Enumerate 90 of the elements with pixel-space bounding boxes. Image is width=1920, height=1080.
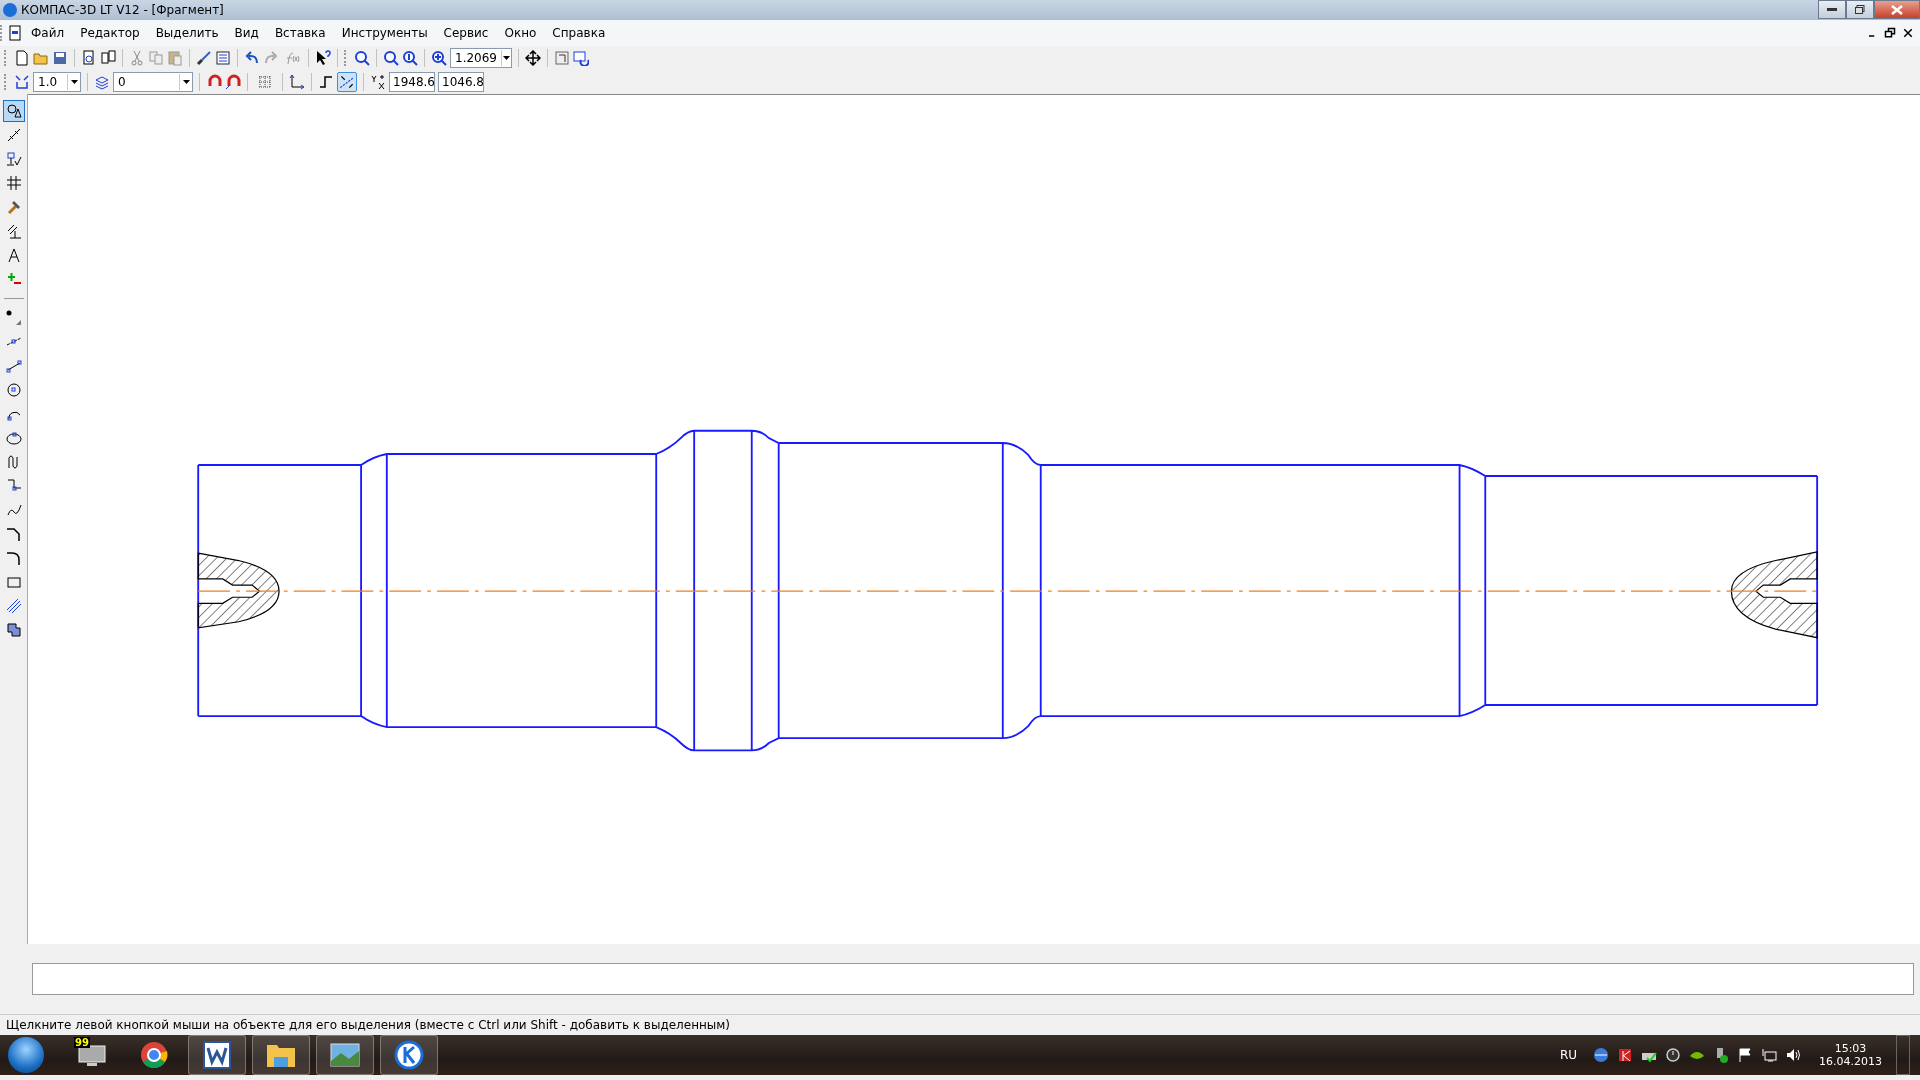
compass-icon — [5, 247, 22, 263]
ortho-icon[interactable] — [318, 74, 334, 90]
minimize-button[interactable] — [1818, 0, 1846, 19]
refresh-icon[interactable] — [573, 50, 589, 66]
k-logo-icon — [394, 1040, 424, 1070]
zoom-window-icon[interactable] — [354, 50, 370, 66]
coordinates-icon[interactable] — [370, 74, 386, 90]
volume-icon[interactable] — [1785, 1047, 1801, 1063]
triangle-circle-button[interactable] — [2, 100, 25, 122]
y-coordinate-field[interactable]: 1046.8 — [438, 72, 484, 92]
restore-icon[interactable] — [1884, 27, 1896, 39]
timer-icon[interactable] — [1665, 1047, 1681, 1063]
roughness-icon — [5, 151, 22, 167]
browser-icon — [139, 1040, 169, 1070]
local-snap-icon[interactable] — [225, 74, 241, 90]
axes-icon[interactable] — [289, 74, 305, 90]
start-button[interactable] — [8, 1037, 44, 1073]
help-pointer-icon[interactable] — [315, 50, 331, 66]
menu-item[interactable]: Вставка — [266, 24, 334, 42]
menu-item[interactable]: Справка — [544, 24, 614, 42]
language-indicator[interactable]: RU — [1559, 1048, 1577, 1062]
step-combo[interactable]: 1.0 — [33, 72, 81, 92]
restore-button[interactable] — [1846, 0, 1874, 19]
clock-date: 16.04.2013 — [1819, 1055, 1882, 1068]
close-icon[interactable] — [1902, 27, 1914, 39]
new-file-icon[interactable] — [14, 50, 30, 66]
menu-item[interactable]: Файл — [23, 24, 73, 42]
menu-item[interactable]: Редактор — [72, 24, 148, 42]
zoom-combo[interactable]: 1.2069 — [450, 48, 512, 68]
close-button[interactable] — [1874, 0, 1920, 19]
fillet-icon — [5, 550, 22, 566]
polyline-icon — [5, 478, 22, 494]
monitor-taskbar-button[interactable]: 99 — [64, 1036, 120, 1074]
clock[interactable]: 15:03 16.04.2013 — [1819, 1042, 1882, 1068]
menu-item[interactable]: Вид — [226, 24, 267, 42]
zoom-scale-icon[interactable] — [402, 50, 418, 66]
print-preview-icon[interactable] — [81, 50, 97, 66]
triangle-circle-icon — [5, 103, 22, 119]
save-icon[interactable] — [52, 50, 68, 66]
menu-item[interactable]: Сервис — [435, 24, 497, 42]
ellipse-icon — [5, 430, 22, 446]
segment-icon — [5, 358, 22, 374]
window-title: КОМПАС-3D LT V12 - [Фрагмент] — [21, 3, 224, 17]
plus-minus-icon — [5, 271, 22, 287]
menu-item[interactable]: Окно — [496, 24, 545, 42]
minimize-icon — [1827, 7, 1837, 12]
layer-combo[interactable]: 0 — [113, 72, 193, 92]
parallel-icon — [5, 223, 22, 239]
explorer-taskbar-button[interactable] — [252, 1035, 310, 1075]
zoom-icon[interactable] — [383, 50, 399, 66]
pages-icon[interactable] — [100, 50, 116, 66]
hatch-icon — [5, 598, 22, 614]
filled-area-icon — [5, 622, 22, 638]
document-icon[interactable] — [7, 25, 23, 41]
show-desktop-button[interactable] — [1896, 1035, 1910, 1075]
antivirus-icon[interactable] — [1617, 1047, 1633, 1063]
menu-item[interactable]: Инструменты — [333, 24, 436, 42]
rectangle-icon — [5, 574, 22, 590]
network-icon[interactable] — [1761, 1047, 1777, 1063]
caret-icon — [503, 56, 510, 60]
cursor-step-icon[interactable] — [14, 74, 30, 90]
layers-icon[interactable] — [94, 74, 110, 90]
x-coordinate-field[interactable]: 1948.6 — [389, 72, 435, 92]
status-hint: Щелкните левой кнопкой мыши на объекте для его выделения (вместе с Ctrl или Shift - добавить к выделенным) — [5, 1018, 731, 1032]
bezier-curve-icon — [5, 502, 22, 518]
brush-icon[interactable] — [196, 50, 212, 66]
pan-icon[interactable] — [525, 50, 541, 66]
close-icon — [1891, 4, 1903, 15]
hammer-icon — [5, 199, 22, 215]
caret-icon — [182, 80, 190, 84]
command-line-field[interactable] — [32, 963, 1914, 995]
circle-icon — [5, 382, 22, 398]
snap-toggle-icon[interactable] — [337, 72, 357, 92]
taskbar-badge: 99 — [74, 1037, 90, 1048]
menu-item[interactable]: Выделить — [147, 24, 227, 42]
w-document-icon — [202, 1040, 232, 1070]
picture-viewer-taskbar-button[interactable] — [316, 1035, 374, 1075]
chamfer-icon — [5, 526, 22, 542]
restore-icon — [1855, 5, 1865, 14]
grid-icon — [5, 175, 22, 191]
flag-icon[interactable] — [1737, 1047, 1753, 1063]
app-logo-icon — [3, 3, 17, 17]
zoom-in-icon[interactable] — [431, 50, 447, 66]
caret-icon — [70, 80, 78, 84]
dimension-icon — [5, 127, 22, 143]
landscape-picture-icon — [329, 1041, 361, 1069]
clock-time: 15:03 — [1834, 1042, 1867, 1055]
globe-icon[interactable] — [1593, 1047, 1609, 1063]
undo-icon[interactable] — [244, 50, 260, 66]
point-icon — [5, 310, 22, 326]
